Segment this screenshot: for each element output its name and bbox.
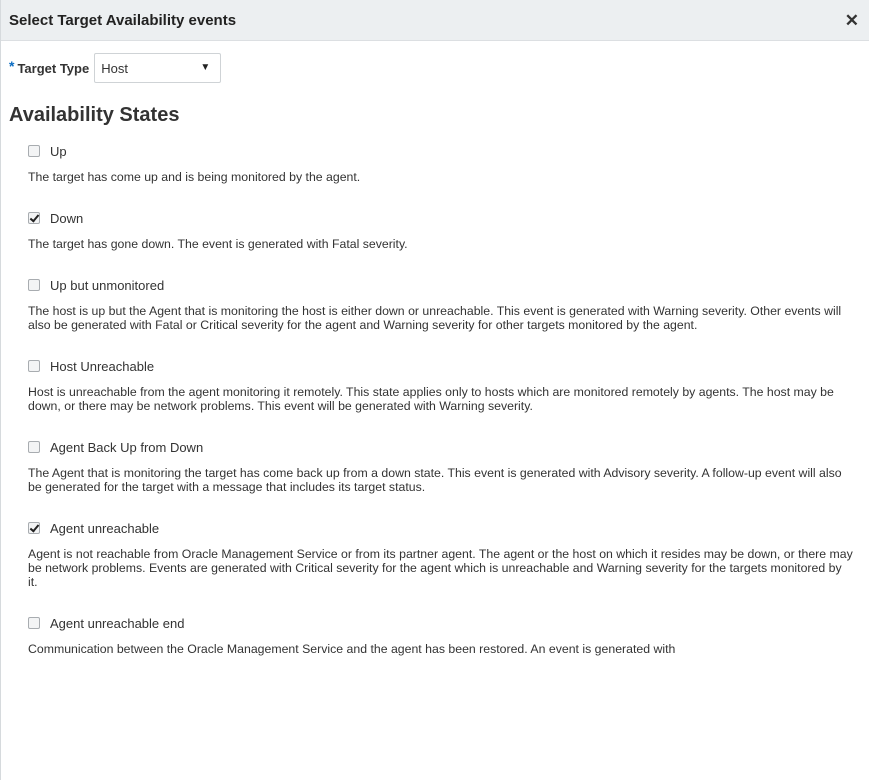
state-description: The Agent that is monitoring the target … [28, 466, 842, 494]
section-title: Availability States [9, 104, 180, 126]
state-label: Agent Back Up from Down [50, 439, 204, 455]
state-description: Agent is not reachable from Oracle Manag… [28, 547, 853, 589]
close-icon[interactable]: ✕ [845, 12, 859, 29]
state-checkbox[interactable] [28, 360, 40, 372]
state-option[interactable]: Agent unreachable end [28, 613, 853, 633]
target-type-label: Target Type [17, 60, 90, 76]
dialog-title: Select Target Availability events [9, 11, 237, 29]
state-label: Agent unreachable end [50, 615, 185, 631]
state-checkbox[interactable] [28, 617, 40, 629]
select-availability-events-dialog: Select Target Availability events ✕ * Ta… [0, 0, 869, 780]
state-checkbox[interactable] [28, 279, 40, 291]
state-checkbox[interactable] [28, 522, 40, 534]
state-label: Agent unreachable [50, 520, 160, 536]
state-checkbox[interactable] [28, 441, 40, 453]
state-description: Communication between the Oracle Managem… [28, 642, 676, 656]
target-type-row: * Target Type Host ▼ [1, 53, 869, 83]
state-label: Down [50, 210, 84, 226]
state-label: Up [50, 143, 67, 159]
state-checkbox[interactable] [28, 145, 40, 157]
state-option[interactable]: Up [28, 141, 853, 161]
state-description: The target has come up and is being moni… [28, 170, 361, 184]
availability-states-list: Up The target has come up and is being mo… [1, 141, 869, 656]
state-label: Host Unreachable [50, 358, 155, 374]
state-option[interactable]: Down [28, 208, 853, 228]
availability-state-item: Up The target has come up and is being mo… [1, 141, 869, 184]
target-type-selected-value: Host [101, 60, 128, 76]
chevron-down-icon: ▼ [200, 62, 211, 73]
state-label: Up but unmonitored [50, 277, 165, 293]
state-option[interactable]: Agent Back Up from Down [28, 437, 853, 457]
availability-state-item: Agent unreachable Agent is not reachable … [1, 518, 869, 589]
dialog-titlebar: Select Target Availability events ✕ [1, 0, 869, 41]
availability-state-item: Down The target has gone down. The event … [1, 208, 869, 251]
state-description: The host is up but the Agent that is mon… [28, 304, 842, 332]
state-option[interactable]: Up but unmonitored [28, 275, 853, 295]
state-option[interactable]: Agent unreachable [28, 518, 853, 538]
availability-state-item: Up but unmonitored The host is up but the… [1, 275, 869, 332]
state-description: Host is unreachable from the agent monit… [28, 385, 834, 413]
availability-state-item: Host Unreachable Host is unreachable from… [1, 356, 869, 413]
target-type-select[interactable]: Host ▼ [94, 53, 222, 83]
state-checkbox[interactable] [28, 212, 40, 224]
state-option[interactable]: Host Unreachable [28, 356, 853, 376]
availability-state-item: Agent unreachable end Communication betwe… [1, 613, 869, 656]
state-description: The target has gone down. The event is g… [28, 237, 408, 251]
availability-state-item: Agent Back Up from Down The Agent that is… [1, 437, 869, 494]
required-marker: * [9, 58, 15, 74]
